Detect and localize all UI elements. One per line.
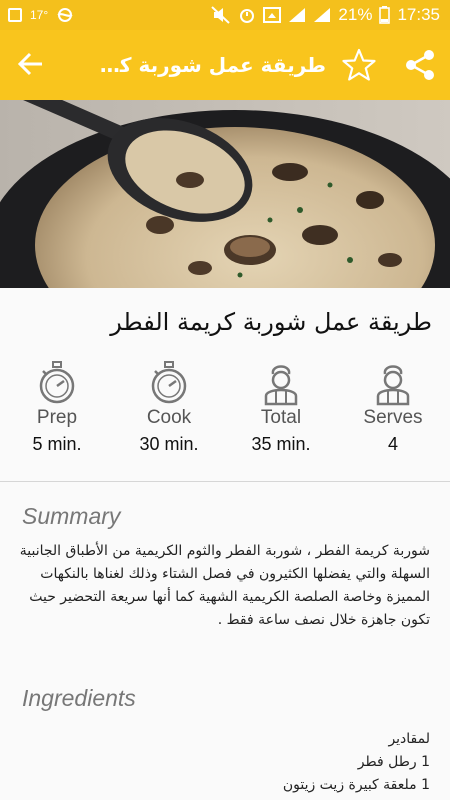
- chef-icon: [376, 365, 410, 406]
- stat-serves: Serves 4: [338, 360, 448, 455]
- status-bar: 17° 21% 17:35: [0, 0, 450, 30]
- battery-percent: 21%: [338, 5, 373, 24]
- stat-prep: Prep 5 min.: [2, 360, 112, 455]
- summary-text: شوربة كريمة الفطر ، شوربة الفطر والثوم ا…: [19, 543, 430, 628]
- stat-total-label: Total: [260, 407, 302, 428]
- recipe-title: طريقة عمل شوربة كريمة الفطر: [110, 308, 432, 336]
- stat-cook-label: Cook: [146, 407, 192, 428]
- chef-icon: [264, 365, 298, 406]
- stopwatch-icon: [39, 361, 75, 404]
- globe-icon: [57, 8, 73, 22]
- stat-serves-value: 4: [387, 434, 398, 454]
- divider: [0, 481, 450, 482]
- signal-icon: [289, 8, 306, 22]
- list-item: 1 رطل فطر: [357, 754, 430, 770]
- stat-total: Total 35 min.: [226, 360, 336, 455]
- clock: 17:35: [397, 5, 440, 24]
- ingredients-list: لمقادير 1 رطل فطر 1 ملعقة كبيرة زيت زيتو…: [14, 728, 430, 797]
- stat-total-value: 35 min.: [251, 434, 311, 454]
- star-outline-icon[interactable]: [342, 48, 376, 82]
- toolbar-title: طريقة عمل شوربة كريمة الفطر: [90, 53, 326, 77]
- mute-icon: [211, 6, 231, 24]
- stat-cook: Cook 30 min.: [114, 360, 224, 455]
- arrow-back-icon[interactable]: [16, 49, 46, 79]
- wifi-icon: [263, 7, 282, 23]
- list-item: 1 ملعقة كبيرة زيت زيتون: [282, 777, 430, 793]
- stat-cook-value: 30 min.: [139, 434, 199, 454]
- alarm-icon: [240, 9, 255, 23]
- summary-heading: Summary: [22, 503, 121, 529]
- stat-prep-label: Prep: [36, 407, 78, 428]
- stat-serves-label: Serves: [363, 407, 423, 428]
- list-item: لمقادير: [388, 731, 430, 747]
- app-toolbar: طريقة عمل شوربة كريمة الفطر: [0, 30, 450, 100]
- signal-icon-2: [314, 8, 331, 22]
- ingredients-heading: Ingredients: [22, 685, 136, 711]
- stopwatch-icon: [151, 361, 187, 404]
- weather-temp: 17°: [30, 8, 49, 22]
- recipe-image: [0, 100, 450, 288]
- battery-icon: [379, 6, 391, 24]
- share-icon[interactable]: [404, 49, 436, 81]
- recipe-stats: Prep 5 min. Cook 30 min. Total 35 min. S…: [0, 360, 450, 460]
- stat-prep-value: 5 min.: [32, 434, 82, 454]
- image-notification-icon: [8, 8, 22, 22]
